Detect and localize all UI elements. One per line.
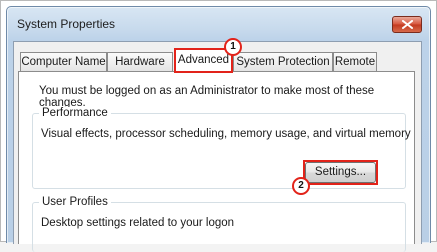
dialog-content: Computer Name Hardware Advanced System P… — [13, 38, 422, 252]
user-profiles-label: User Profiles — [39, 196, 111, 208]
tab-system-protection[interactable]: System Protection — [233, 52, 333, 71]
tab-remote[interactable]: Remote — [333, 52, 377, 71]
performance-settings-button[interactable]: Settings... — [305, 162, 376, 183]
user-profiles-description: Desktop settings related to your logon — [41, 217, 235, 229]
performance-description: Visual effects, processor scheduling, me… — [41, 128, 411, 140]
step-2-callout: 2 — [292, 177, 310, 195]
step-1-callout: 1 — [224, 38, 242, 56]
performance-label: Performance — [39, 107, 111, 119]
performance-group: Performance Visual effects, processor sc… — [32, 107, 411, 195]
admin-message: You must be logged on as an Administrato… — [39, 85, 375, 109]
window-title: System Properties — [17, 17, 116, 31]
tab-hardware[interactable]: Hardware — [107, 52, 173, 71]
advanced-tab-highlight — [174, 48, 233, 73]
advanced-panel: You must be logged on as an Administrato… — [18, 71, 415, 252]
user-profiles-group: User Profiles Desktop settings related t… — [32, 196, 406, 252]
close-button[interactable] — [392, 16, 422, 33]
close-icon — [402, 20, 413, 29]
tab-computer-name[interactable]: Computer Name — [20, 52, 107, 71]
system-properties-window: System Properties Computer Name Hardware… — [6, 6, 431, 252]
